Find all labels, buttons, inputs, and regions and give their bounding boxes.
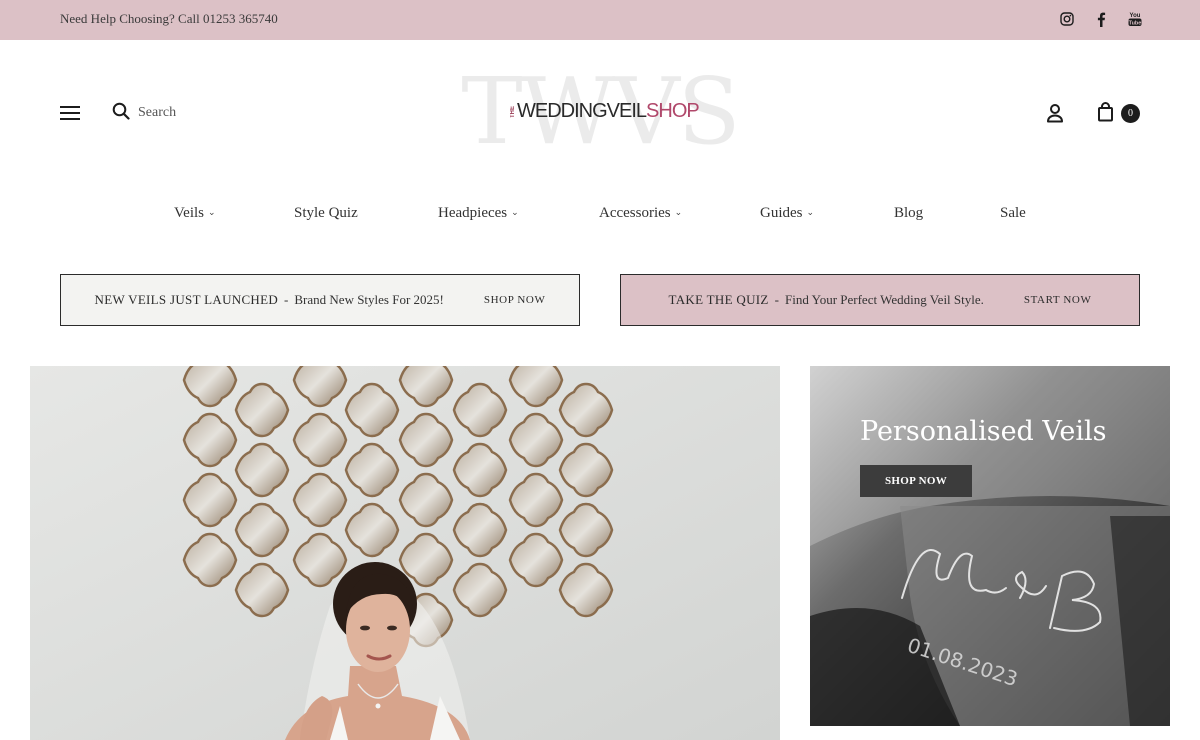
main-nav: Veils ⌄ Style Quiz Headpieces ⌄ Accessorie… <box>0 205 1200 229</box>
nav-item-guides[interactable]: Guides ⌄ <box>760 205 814 222</box>
logo-text-main: WEDDINGVEIL <box>517 100 647 122</box>
nav-label: Accessories <box>599 205 671 221</box>
chevron-down-icon: ⌄ <box>511 207 519 217</box>
promo-subtitle: Find Your Perfect Wedding Veil Style. <box>785 292 984 307</box>
menu-icon[interactable] <box>60 106 80 122</box>
svg-text:You: You <box>1130 13 1141 19</box>
logo-the: THE <box>510 105 516 118</box>
hero-image-bride[interactable] <box>30 366 780 740</box>
instagram-icon[interactable] <box>1060 11 1074 27</box>
svg-text:Tube: Tube <box>1129 20 1142 26</box>
nav-label: Sale <box>1000 205 1026 221</box>
facebook-icon[interactable] <box>1094 11 1108 27</box>
nav-label: Style Quiz <box>294 205 358 221</box>
promo-title: TAKE THE QUIZ <box>668 292 769 307</box>
logo-wordmark: THE WEDDINGVEIL SHOP <box>510 100 700 123</box>
chevron-down-icon: ⌄ <box>806 207 815 217</box>
nav-item-sale[interactable]: Sale <box>1000 205 1026 222</box>
chevron-down-icon: ⌄ <box>674 207 683 217</box>
youtube-icon[interactable]: You Tube <box>1128 11 1142 27</box>
help-phone-text[interactable]: Need Help Choosing? Call 01253 365740 <box>60 11 278 27</box>
promo-new-veils[interactable]: NEW VEILS JUST LAUNCHED - Brand New Styl… <box>60 274 580 326</box>
search-trigger[interactable]: Search <box>112 102 176 124</box>
promo-subtitle: Brand New Styles For 2025! <box>294 292 444 307</box>
nav-label: Guides <box>760 205 803 221</box>
cart-icon[interactable] <box>1097 102 1114 126</box>
nav-item-style-quiz[interactable]: Style Quiz <box>294 205 358 222</box>
account-icon[interactable] <box>1046 103 1064 127</box>
promo-shop-now-link[interactable]: SHOP NOW <box>484 294 546 306</box>
cart-count-badge: 0 <box>1121 104 1140 123</box>
promo-title: NEW VEILS JUST LAUNCHED <box>94 292 279 307</box>
site-header: Search TWVS THE WEDDINGVEIL SHOP 0 <box>0 40 1200 190</box>
nav-label: Headpieces <box>438 205 508 221</box>
personalised-veils-banner[interactable]: 01.08.2023 Personalised Veils SHOP NOW <box>810 366 1170 726</box>
nav-label: Blog <box>894 205 924 221</box>
promo-take-quiz[interactable]: TAKE THE QUIZ - Find Your Perfect Weddin… <box>620 274 1140 326</box>
top-bar: Need Help Choosing? Call 01253 365740 Yo… <box>0 0 1200 40</box>
social-links: You Tube <box>1060 11 1142 27</box>
search-label: Search <box>138 105 177 120</box>
promo-separator: - <box>284 292 289 307</box>
logo-text-accent: SHOP <box>646 100 700 122</box>
nav-item-headpieces[interactable]: Headpieces ⌄ <box>438 205 519 222</box>
personalised-veils-title: Personalised Veils <box>860 416 1107 447</box>
nav-item-veils[interactable]: Veils ⌄ <box>174 205 216 222</box>
promo-start-now-link[interactable]: START NOW <box>1024 294 1092 306</box>
hero-bride-illustration <box>30 366 780 740</box>
personalised-shop-now-button[interactable]: SHOP NOW <box>860 465 972 497</box>
chevron-down-icon: ⌄ <box>208 207 216 217</box>
nav-item-accessories[interactable]: Accessories ⌄ <box>599 205 682 222</box>
promo-separator: - <box>774 292 779 307</box>
search-icon <box>112 102 130 124</box>
nav-label: Veils <box>174 205 204 221</box>
nav-item-blog[interactable]: Blog <box>894 205 923 222</box>
site-logo[interactable]: TWVS THE WEDDINGVEIL SHOP <box>450 62 750 162</box>
